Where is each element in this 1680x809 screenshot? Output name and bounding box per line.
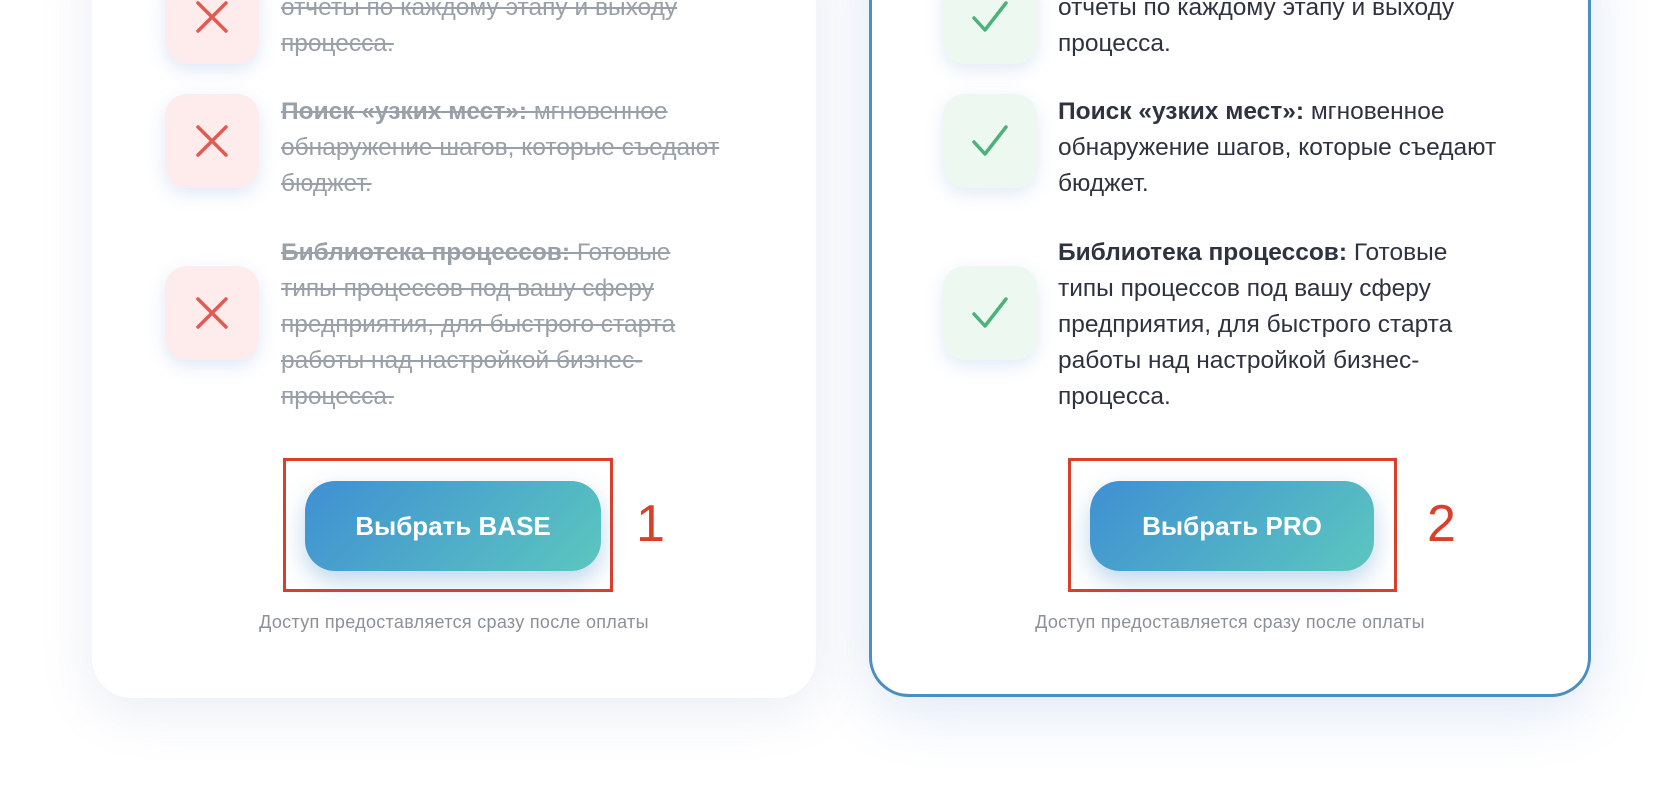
feature-text: Библиотека процессов: Готовые типы проце… (1058, 239, 1453, 410)
marker-number: 1 (636, 495, 665, 553)
feature-text: Библиотека процессов: Готовые типы проце… (281, 239, 676, 410)
pro-plan-card: отчеты по каждому этапу и выходу процесс… (869, 0, 1591, 697)
access-note: Доступ предоставляется сразу после оплат… (259, 612, 649, 632)
check-icon (943, 0, 1037, 64)
choose-pro-button[interactable]: Выбрать PRO (1090, 481, 1374, 571)
feature-text: Поиск «узких мест»: мгновенное обнаружен… (281, 98, 720, 197)
cross-icon (165, 266, 259, 360)
check-icon (943, 266, 1037, 360)
access-note: Доступ предоставляется сразу после оплат… (1035, 612, 1425, 632)
base-plan-card: отчеты по каждому этапу и выходу процесс… (92, 0, 816, 698)
marker-number: 2 (1427, 495, 1456, 553)
feature-text: Поиск «узких мест»: мгновенное обнаружен… (1058, 98, 1497, 197)
check-icon (943, 94, 1037, 188)
cross-icon (165, 94, 259, 188)
choose-base-button[interactable]: Выбрать BASE (305, 481, 601, 571)
feature-text: отчеты по каждому этапу и выходу процесс… (281, 0, 678, 57)
cross-icon (165, 0, 259, 64)
feature-text: отчеты по каждому этапу и выходу процесс… (1058, 0, 1455, 57)
